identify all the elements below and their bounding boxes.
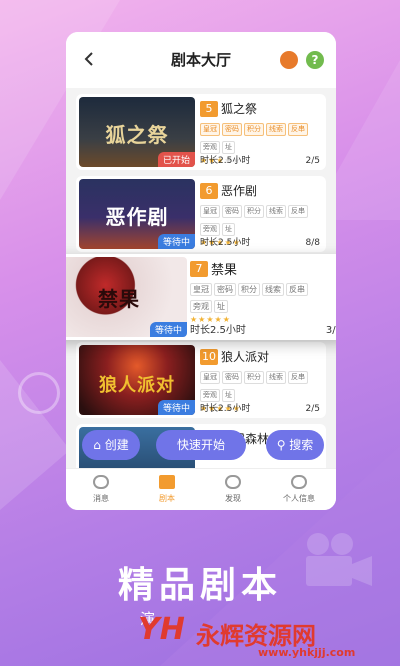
duration: 时长2.5小时 [200,156,251,166]
tag: 积分 [244,205,264,218]
script-thumbnail: 狐之祭 已开始 [79,97,195,167]
bottom-tab-bar: 消息 剧本 发现 个人信息 [66,468,336,510]
tag: 线索 [262,283,284,296]
customer-service-icon[interactable] [280,51,298,69]
script-list[interactable]: 狐之祭 已开始 5 狐之祭 皇冠 密码 积分 线索 反串 旁观址 ★★★★★ 时长2.5小时… [66,88,336,468]
script-info: 10 狼人派对 皇冠 密码 积分 线索 反串 旁观址 ★★★★★ 时长2.5小时 2/5 [200,346,322,414]
tag: 密码 [222,205,242,218]
script-meta: 时长2.5小时 2/5 [200,153,322,166]
script-meta: 时长2.5小时 8/8 [200,235,322,248]
tag-list: 皇冠 密码 积分 线索 反串 旁观址 [200,202,322,238]
script-thumbnail: 狼人派对 等待中 [79,345,195,415]
tag: 反串 [288,123,308,136]
script-name: 狼人派对 [221,350,270,364]
action-bar: ⌂ 创建 快速开始 ⚲ 搜索 [66,430,336,464]
thumbnail-title: 禁果 [98,287,140,311]
duration: 时长2.5小时 [200,238,251,248]
tag: 皇冠 [200,371,220,384]
tag: 积分 [238,283,260,296]
player-count: 2/5 [305,404,320,414]
tag-list: 皇冠 密码 积分 线索 反串 旁观址 [200,368,322,404]
script-name: 狐之祭 [221,102,258,116]
script-card[interactable]: 恶作剧 等待中 6 恶作剧 皇冠 密码 积分 线索 反串 旁观址 ★★★★★ 时长2.5小时… [76,176,326,252]
player-count: 8/8 [305,238,320,248]
tag: 旁观 [190,300,212,313]
tab-messages[interactable]: 消息 [71,475,131,504]
tag: 皇冠 [190,283,212,296]
tag: 线索 [266,371,286,384]
script-name: 禁果 [211,263,238,278]
script-number: 10 [200,348,218,365]
script-card[interactable]: 狐之祭 已开始 5 狐之祭 皇冠 密码 积分 线索 反串 旁观址 ★★★★★ 时长2.5小时… [76,94,326,170]
status-badge: 等待中 [149,322,187,337]
tab-label: 个人信息 [283,494,315,503]
status-badge: 等待中 [157,234,195,249]
tab-scripts[interactable]: 剧本 [137,475,197,504]
create-button[interactable]: ⌂ 创建 [82,430,140,460]
tag: 积分 [244,123,264,136]
script-info: 5 狐之祭 皇冠 密码 积分 线索 反串 旁观址 ★★★★★ 时长2.5小时 2/5 [200,98,322,166]
tag: 反串 [288,205,308,218]
tag: 积分 [244,371,264,384]
site-watermark: YH 永辉资源网 www.yhkjjj.com [138,612,388,660]
tag: 皇冠 [200,123,220,136]
film-reel-icon [18,372,60,414]
script-number: 6 [200,182,218,199]
status-badge: 已开始 [157,152,195,167]
script-card[interactable]: 狼人派对 等待中 10 狼人派对 皇冠 密码 积分 线索 反串 旁观址 ★★★★★ 时长2.… [76,342,326,418]
status-badge: 等待中 [157,400,195,415]
script-card-highlighted[interactable]: 禁果 等待中 7 禁果 皇冠 密码 积分 线索 反串 旁观址 ★★★★★ 时长2.5小时 3… [66,254,336,340]
tab-label: 发现 [225,494,241,503]
duration: 时长2.5小时 [190,325,246,336]
script-number: 7 [190,260,208,277]
tag-list: 皇冠 密码 积分 线索 反串旁观址 [190,281,336,315]
tab-label: 消息 [93,494,109,503]
help-icon[interactable]: ? [306,51,324,69]
player-count: 2/5 [305,156,320,166]
script-thumbnail: 禁果 等待中 [66,257,187,337]
watermark-logo: YH [138,612,185,647]
chat-bubble-icon [93,475,109,489]
discover-icon [225,475,241,489]
book-icon [159,475,175,489]
search-button[interactable]: ⚲ 搜索 [266,430,324,460]
search-label: 搜索 [289,438,314,452]
tag: 反串 [288,371,308,384]
tab-label: 剧本 [159,494,175,503]
player-count: 3/6 [325,325,336,336]
script-thumbnail: 恶作剧 等待中 [79,179,195,249]
tag: 线索 [266,205,286,218]
tag: 线索 [266,123,286,136]
tag: 皇冠 [200,205,220,218]
tab-profile[interactable]: 个人信息 [269,475,329,504]
tag: 反串 [286,283,308,296]
duration: 时长2.5小时 [200,404,251,414]
thumbnail-title: 狼人派对 [99,375,175,396]
create-label: 创建 [104,438,129,452]
watermark-url: www.yhkjjj.com [258,646,356,659]
tag: 址 [214,300,228,313]
script-info: 7禁果 皇冠密码积分线索反串旁观址 ★★★★★ 时长2.5小时 3/6 [190,258,336,336]
user-face-icon [291,475,307,489]
tag-list: 皇冠 密码 积分 线索 反串 旁观址 [200,120,322,156]
script-meta: 时长2.5小时 2/5 [200,401,322,414]
script-meta: 时长2.5小时 3/6 [190,321,336,336]
app-window: 剧本大厅 ? 狐之祭 已开始 5 狐之祭 皇冠 密码 积分 线索 反串 旁观址 ★★★★★ … [66,32,336,510]
tab-discover[interactable]: 发现 [203,475,263,504]
quick-start-button[interactable]: 快速开始 [156,430,246,460]
tag: 密码 [222,371,242,384]
thumbnail-title: 恶作剧 [105,205,169,229]
header: 剧本大厅 ? [66,32,336,88]
script-info: 6 恶作剧 皇冠 密码 积分 线索 反串 旁观址 ★★★★★ 时长2.5小时 8/8 [200,180,322,248]
promo-slogan: 精品剧本 [117,565,282,606]
tag: 密码 [222,123,242,136]
tag: 密码 [214,283,236,296]
script-name: 恶作剧 [221,184,258,198]
script-number: 5 [200,100,218,117]
thumbnail-title: 狐之祭 [105,123,169,147]
